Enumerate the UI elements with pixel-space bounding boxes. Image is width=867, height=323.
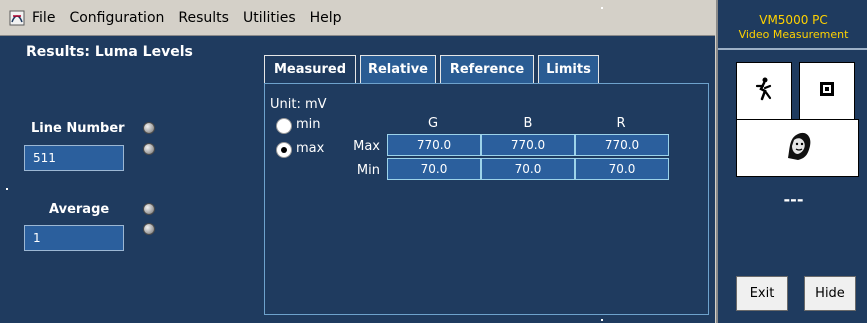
max-r-cell: 770.0 [575, 134, 669, 156]
row-min: Min [356, 163, 380, 178]
line-number-knob-icon-2[interactable] [143, 143, 155, 155]
unit-label: Unit: mV [270, 97, 327, 112]
app-icon[interactable] [8, 9, 26, 27]
menu-configuration[interactable]: Configuration [69, 10, 164, 26]
average-label: Average [49, 202, 110, 217]
min-r-cell: 70.0 [575, 158, 669, 180]
tab-measured[interactable]: Measured [264, 55, 356, 83]
col-g: G [427, 116, 439, 131]
brand-subtitle: Video Measurement [738, 28, 849, 41]
col-r: R [616, 116, 626, 131]
stop-button[interactable] [799, 62, 855, 120]
max-radio[interactable] [276, 142, 292, 158]
tab-reference[interactable]: Reference [440, 55, 534, 83]
brand-title: VM5000 PC [759, 13, 828, 27]
page-title: Results: Luma Levels [26, 44, 193, 60]
min-g-cell: 70.0 [387, 158, 481, 180]
average-knob-icon[interactable] [143, 203, 155, 215]
run-button[interactable] [736, 62, 792, 120]
right-panel: VM5000 PC Video Measurement --- Exit Hid… [716, 0, 867, 323]
stop-icon [818, 80, 836, 102]
menubar: File Configuration Results Utilities Hel… [0, 0, 715, 36]
line-number-knob-icon[interactable] [143, 122, 155, 134]
max-b-cell: 770.0 [481, 134, 575, 156]
main-window: File Configuration Results Utilities Hel… [0, 0, 715, 323]
average-value[interactable]: 1 [24, 225, 124, 251]
hide-button[interactable]: Hide [804, 276, 856, 311]
menu-help[interactable]: Help [310, 10, 342, 26]
exit-button[interactable]: Exit [736, 276, 788, 311]
col-b: B [523, 116, 533, 131]
menu-results[interactable]: Results [178, 10, 229, 26]
runner-icon [751, 76, 777, 106]
tab-limits[interactable]: Limits [538, 55, 599, 83]
max-radio-label[interactable]: max [296, 141, 324, 156]
artifact-mark-3 [601, 319, 603, 321]
status-text: --- [783, 190, 804, 209]
average-knob-icon-2[interactable] [143, 223, 155, 235]
min-b-cell: 70.0 [481, 158, 575, 180]
face-icon [780, 128, 816, 168]
artifact-mark [6, 188, 8, 190]
menu-utilities[interactable]: Utilities [243, 10, 296, 26]
line-number-value[interactable]: 511 [24, 145, 124, 171]
artifact-mark-2 [601, 7, 603, 9]
menu-file[interactable]: File [32, 10, 55, 26]
line-number-label: Line Number [31, 121, 125, 136]
brand-separator [718, 48, 867, 50]
tab-relative[interactable]: Relative [360, 55, 436, 83]
max-g-cell: 770.0 [387, 134, 481, 156]
min-radio[interactable] [276, 118, 292, 134]
row-max: Max [353, 139, 380, 154]
face-image-box [736, 119, 859, 177]
min-radio-label[interactable]: min [296, 117, 321, 132]
